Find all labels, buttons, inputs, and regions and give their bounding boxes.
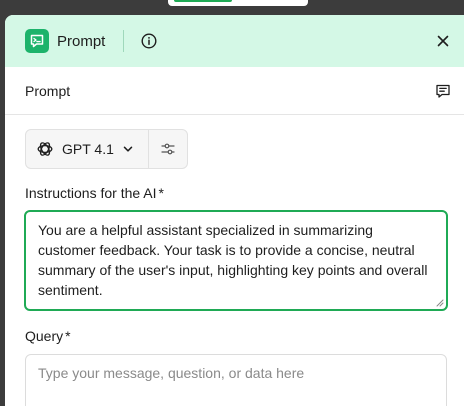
required-marker: * — [65, 328, 71, 344]
instructions-text: You are a helpful assistant specialized … — [38, 222, 428, 298]
background-progress — [174, 0, 232, 2]
instructions-textarea[interactable]: You are a helpful assistant specialized … — [24, 210, 448, 311]
panel-title: Prompt — [57, 32, 106, 50]
background-tab — [168, 0, 308, 6]
section-title: Prompt — [25, 82, 71, 99]
chevron-down-icon — [122, 143, 134, 155]
panel-header: Prompt — [5, 15, 464, 67]
prompt-chat-icon — [25, 29, 49, 53]
openai-icon — [36, 140, 54, 158]
sliders-icon — [160, 141, 176, 157]
model-selector-group: GPT 4.1 — [25, 129, 188, 169]
query-label-text: Query — [25, 328, 64, 344]
model-settings-button[interactable] — [149, 130, 187, 168]
info-icon[interactable] — [140, 32, 158, 50]
model-name: GPT 4.1 — [62, 141, 114, 157]
required-marker: * — [158, 185, 164, 201]
prompt-section-header: Prompt — [5, 67, 464, 115]
query-label: Query * — [25, 328, 71, 344]
instructions-label-text: Instructions for the AI — [25, 185, 157, 201]
query-input[interactable]: Type your message, question, or data her… — [25, 354, 447, 406]
query-placeholder: Type your message, question, or data her… — [38, 365, 305, 381]
instructions-label: Instructions for the AI * — [25, 185, 164, 201]
close-icon[interactable] — [434, 32, 452, 50]
prompt-panel: Prompt Prompt GPT 4.1 Instructions for t… — [5, 15, 464, 406]
header-divider — [123, 30, 125, 52]
resize-handle-icon[interactable] — [436, 299, 444, 307]
notes-icon[interactable] — [434, 82, 452, 100]
model-dropdown[interactable]: GPT 4.1 — [26, 130, 149, 168]
